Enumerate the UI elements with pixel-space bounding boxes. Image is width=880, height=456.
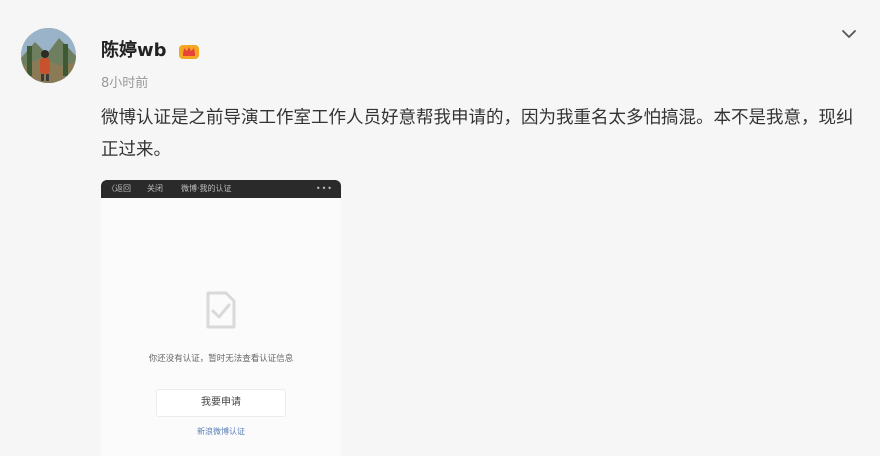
weibo-post: 陈婷wb 8小时前 微博认证是之前导演工作室工作人员好意帮我申请的，因为我重名太… [0, 0, 880, 456]
screenshot-message: 你还没有认证，暂时无法查看认证信息 [148, 354, 294, 364]
screenshot-more-dots: ••• [315, 184, 333, 193]
screenshot-apply-button: 我要申请 [156, 389, 286, 417]
vip-crown-icon [179, 45, 199, 59]
post-timestamp[interactable]: 8小时前 [101, 76, 148, 92]
username[interactable]: 陈婷wb [101, 40, 167, 62]
screenshot-nav-bar: 〈返回 关闭 微博·我的认证 ••• [101, 180, 341, 198]
screenshot-back-label: 〈返回 [107, 184, 131, 193]
document-check-icon [206, 291, 236, 329]
avatar-photo-icon [21, 28, 76, 83]
post-text: 微博认证是之前导演工作室工作人员好意帮我申请的，因为我重名太多怕搞混。本不是我意… [101, 108, 854, 160]
screenshot-title: 微博·我的认证 [181, 184, 232, 193]
embedded-screenshot[interactable]: 〈返回 关闭 微博·我的认证 ••• 你还没有认证，暂时无法查看认证信息 我要申… [101, 180, 341, 456]
screenshot-link: 新浪微博认证 [197, 427, 245, 436]
chevron-down-icon[interactable] [839, 26, 859, 42]
avatar[interactable] [21, 28, 76, 83]
screenshot-close-label: 关闭 [147, 184, 163, 193]
